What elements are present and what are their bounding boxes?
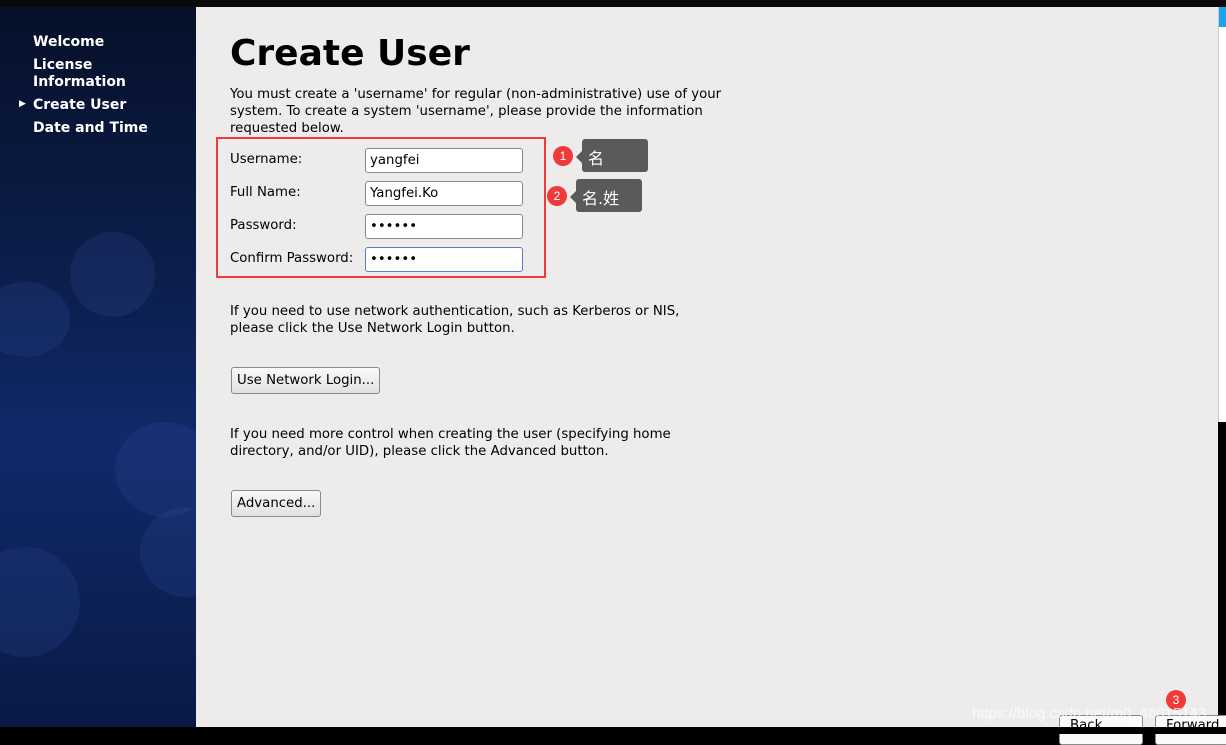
bottom-bar [0,727,1226,734]
advanced-text: If you need more control when creating t… [230,427,671,459]
sidebar-item-date-time: Date and Time [33,120,148,136]
password-label: Password: [230,218,297,233]
watermark: https://blog.csdn.net/m0_46015143 [972,705,1207,722]
advanced-button[interactable]: Advanced... [231,490,322,517]
sidebar-item-welcome: Welcome [33,34,105,50]
password-input[interactable]: •••••• [365,214,523,239]
top-bar [0,0,1226,7]
current-step-arrow-icon: ▶ [19,99,26,109]
use-network-login-button[interactable]: Use Network Login... [231,367,381,394]
page-title: Create User [230,33,470,74]
fullname-label: Full Name: [230,185,301,200]
sidebar: Welcome License Information ▶ Create Use… [0,7,196,727]
sidebar-item-create-user: Create User [33,97,127,113]
annotation-tooltip-2: 名.姓 [570,179,642,212]
sidebar-item-license: License Information [33,57,126,90]
main-panel: Create User You must create a 'username'… [196,7,1218,727]
annotation-badge-2: 2 [547,186,567,206]
username-label: Username: [230,152,303,167]
right-edge-panel [1218,7,1226,422]
annotation-tooltip-1: 名 [576,139,648,172]
username-input[interactable]: yangfei [365,148,523,173]
confirm-password-label: Confirm Password: [230,251,354,266]
fullname-input[interactable]: Yangfei.Ko [365,181,523,206]
annotation-badge-1: 1 [553,146,573,166]
intro-text: You must create a 'username' for regular… [230,87,722,136]
network-auth-text: If you need to use network authenticatio… [230,304,680,336]
confirm-password-input[interactable]: •••••• [365,247,523,272]
